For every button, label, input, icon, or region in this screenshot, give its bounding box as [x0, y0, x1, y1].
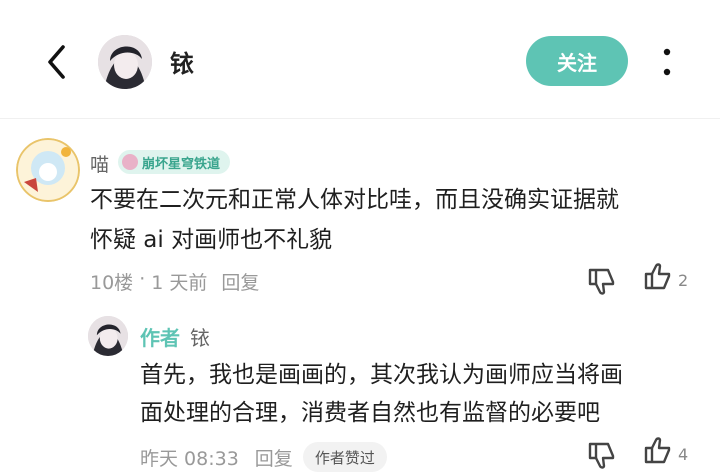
reply-time: 昨天 08:33: [140, 447, 239, 470]
comment-text: 不要在二次元和正常人体对比哇，而且没确实证据就 怀疑 ai 对画师也不礼貌: [90, 180, 690, 260]
chevron-left-icon: [48, 45, 65, 79]
reply-text-line: 首先，我也是画画的，其次我认为画师应当将画: [140, 362, 623, 388]
reply-text-line: 面处理的合理，消费者自然也有监督的必要吧: [140, 400, 600, 426]
meta-separator: ·: [139, 268, 146, 290]
reply-avatar-image: [88, 316, 128, 356]
reply-username[interactable]: 铱: [190, 322, 210, 351]
comment-time: 1 天前: [151, 272, 208, 294]
reply-dislike-button[interactable]: [586, 438, 618, 470]
game-badge-label: 崩坏星穹铁道: [142, 156, 221, 172]
comment-meta: 10楼 · 1 天前 回复: [90, 268, 259, 295]
thumbs-down-icon: [588, 268, 615, 295]
top-bar: 铱 关注: [0, 0, 720, 118]
more-options-button[interactable]: [650, 40, 684, 84]
commenter-avatar[interactable]: [16, 138, 80, 202]
author-praised-badge: 作者赞过: [302, 442, 387, 472]
game-badge[interactable]: 崩坏星穹铁道: [118, 150, 231, 174]
commenter-username[interactable]: 喵: [90, 150, 109, 177]
comment-like-count: 2: [678, 271, 689, 290]
back-button[interactable]: [38, 40, 74, 84]
comment-like-button[interactable]: [642, 262, 674, 294]
header-divider: [0, 118, 720, 119]
thumbs-down-icon: [588, 442, 615, 469]
thumbs-up-icon: [644, 263, 671, 290]
comment-text-line: 不要在二次元和正常人体对比哇，而且没确实证据就: [90, 187, 619, 213]
follow-button[interactable]: 关注: [526, 36, 628, 86]
game-badge-icon: [122, 154, 138, 170]
reply-reply-button[interactable]: 回复: [255, 444, 293, 471]
header-avatar[interactable]: [98, 35, 152, 89]
reply-like-count: 4: [678, 445, 689, 464]
more-vertical-icon: [663, 48, 671, 76]
author-tag: 作者: [140, 326, 180, 350]
comment-floor: 10楼: [90, 272, 134, 294]
reply-like-button[interactable]: [642, 436, 674, 468]
commenter-avatar-image: [16, 138, 80, 202]
reply-text: 首先，我也是画画的，其次我认为画师应当将画 面处理的合理，消费者自然也有监督的必…: [140, 356, 700, 432]
comment-reply-button[interactable]: 回复: [221, 268, 259, 295]
header-username: 铱: [170, 50, 194, 78]
thumbs-up-icon: [644, 437, 671, 464]
reply-avatar[interactable]: [88, 316, 128, 356]
comment-dislike-button[interactable]: [586, 264, 618, 296]
reply-meta: 昨天 08:33 回复 作者赞过: [140, 442, 387, 472]
user-avatar-image: [98, 35, 152, 89]
comment-text-line: 怀疑 ai 对画师也不礼貌: [90, 227, 333, 253]
